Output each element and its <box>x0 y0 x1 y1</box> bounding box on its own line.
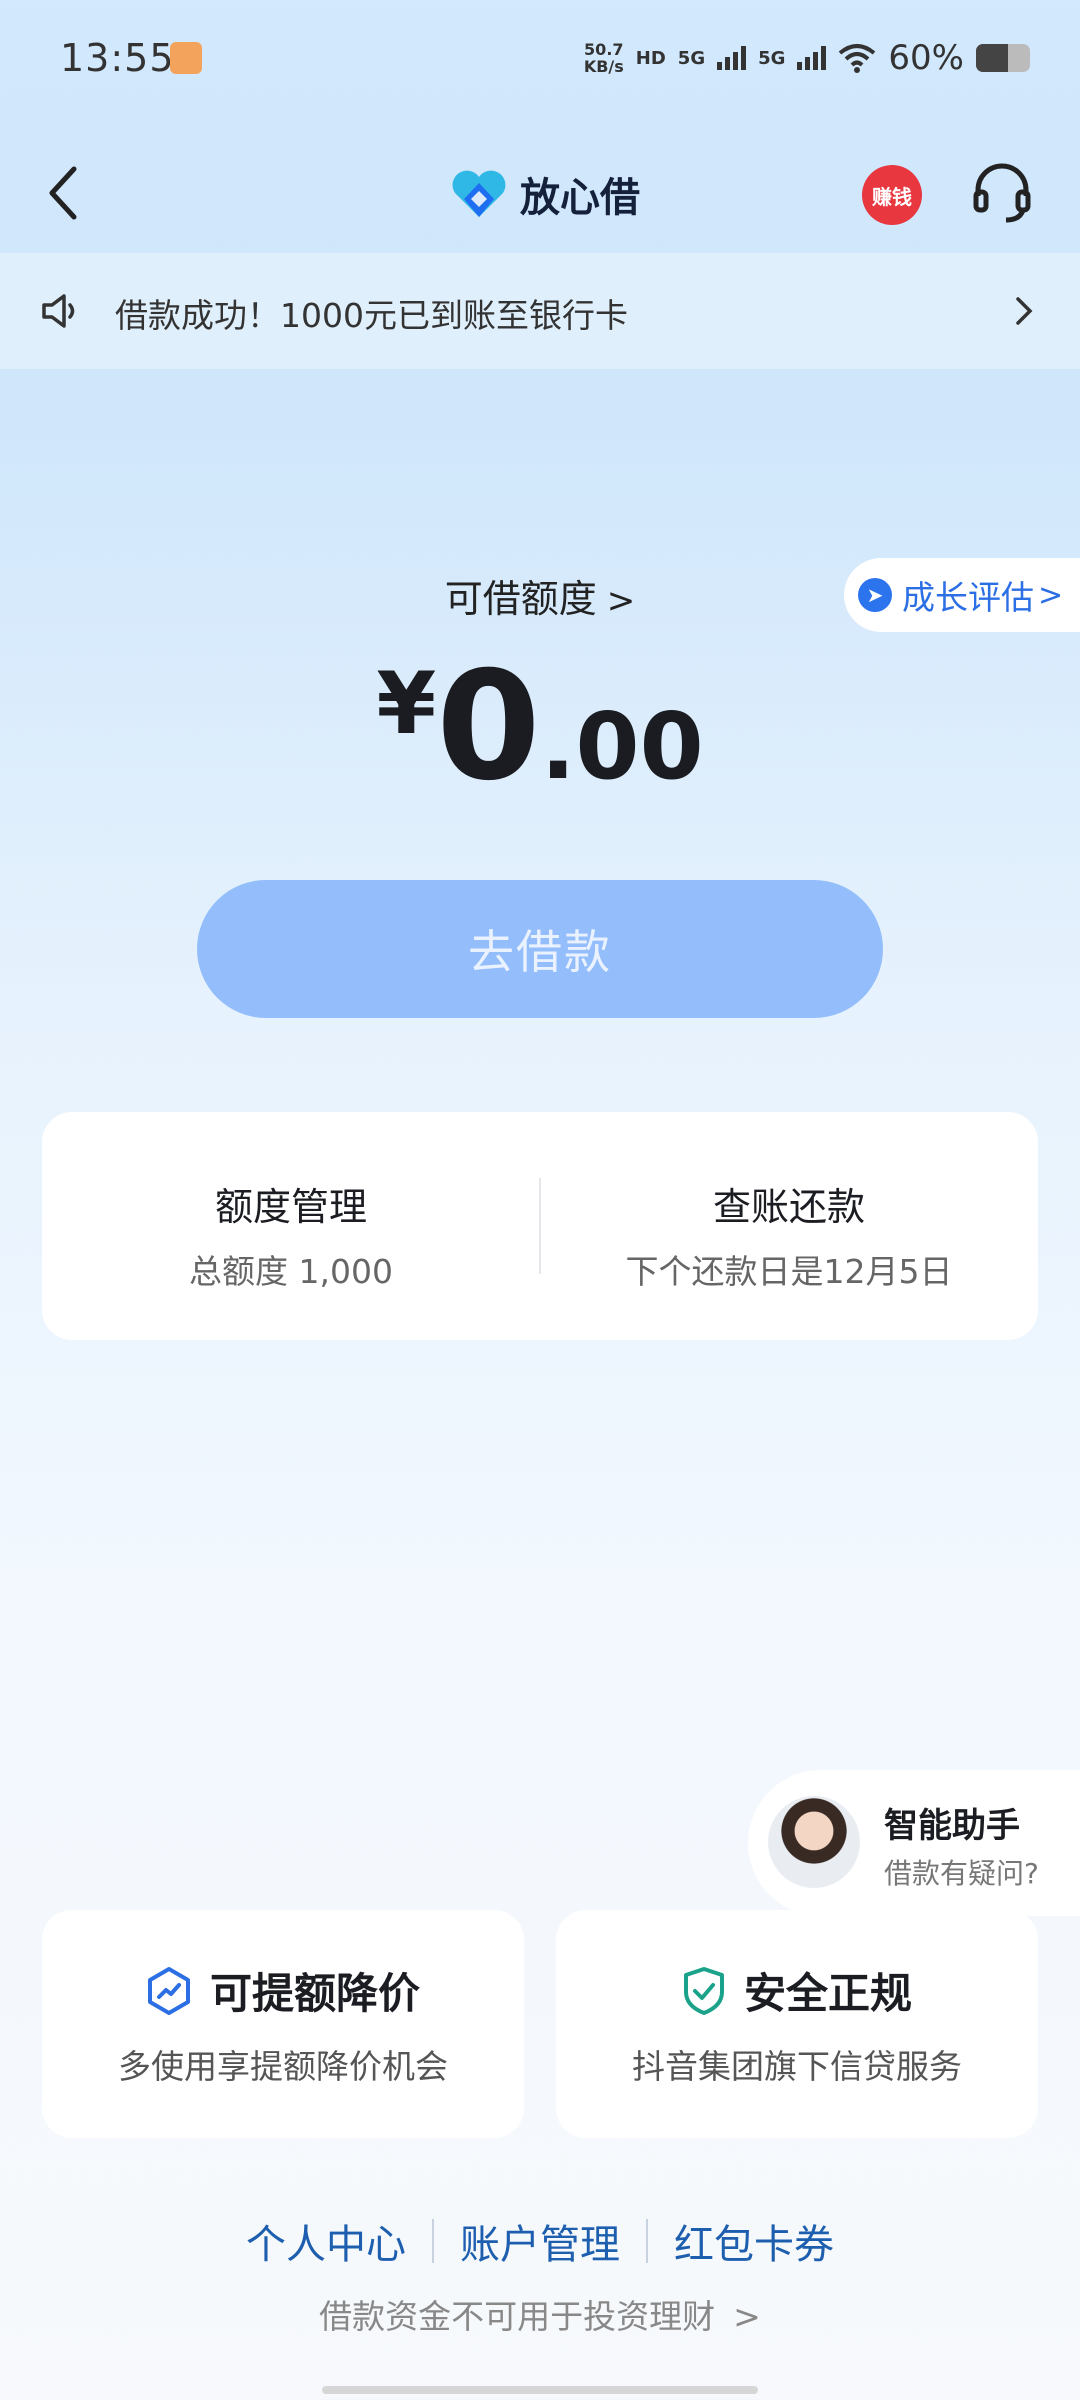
currency-symbol: ¥ <box>376 654 437 754</box>
disclaimer-text: 借款资金不可用于投资理财 <box>319 2297 716 2336</box>
battery-icon <box>976 44 1030 72</box>
chevron-right-icon: > <box>1038 577 1064 613</box>
limit-management-item[interactable]: 额度管理 总额度 1,000 <box>42 1112 540 1340</box>
feature-desc: 多使用享提额降价机会 <box>118 2047 448 2086</box>
home-indicator[interactable] <box>322 2386 758 2394</box>
next-repayment-date-text: 下个还款日是12月5日 <box>625 1252 953 1291</box>
total-limit-text: 总额度 1,000 <box>189 1252 393 1291</box>
customer-service-headset-icon[interactable] <box>970 160 1034 224</box>
earn-money-button[interactable]: 赚钱 <box>862 165 922 225</box>
link-account-management[interactable]: 账户管理 <box>434 2212 646 2270</box>
bills-repayment-item[interactable]: 查账还款 下个还款日是12月5日 <box>540 1112 1038 1340</box>
feature-desc: 抖音集团旗下信贷服务 <box>632 2047 962 2086</box>
speaker-icon <box>42 294 75 328</box>
sim1-5g-label: 5G <box>677 47 706 69</box>
borrow-button[interactable]: 去借款 <box>197 880 883 1018</box>
battery-percent: 60% <box>888 38 964 78</box>
feature-title: 安全正规 <box>743 1969 912 2018</box>
limit-management-title: 额度管理 <box>214 1185 367 1229</box>
hd-icon: HD <box>635 47 666 69</box>
amount-integer: 0 <box>436 640 541 814</box>
brand: 放心借 <box>450 165 640 223</box>
growth-assessment-label: 成长评估 <box>902 578 1034 617</box>
trend-up-hexagon-icon <box>147 1966 190 2015</box>
status-bar: 13:55 50.7 KB/s HD 5G 5G 60% <box>0 0 1080 125</box>
signal-bars-icon <box>717 46 747 70</box>
smart-assistant-button[interactable]: 智能助手 借款有疑问? <box>748 1770 1080 1916</box>
signal-bars-icon <box>797 46 827 70</box>
notice-banner[interactable]: 借款成功！1000元已到账至银行卡 <box>0 253 1080 369</box>
shield-check-icon <box>683 1966 724 2015</box>
back-arrow-icon[interactable] <box>44 163 84 223</box>
feature-title: 可提额降价 <box>209 1969 420 2018</box>
heart-logo-icon <box>452 170 506 217</box>
nav-bar: 放心借 赚钱 <box>0 125 1080 253</box>
battery-level <box>976 44 1009 72</box>
chevron-right-icon: > <box>606 581 636 621</box>
growth-assessment-button[interactable]: ➤ 成长评估 > <box>844 558 1080 632</box>
chevron-right-icon: > <box>733 2297 761 2336</box>
feature-card-safe[interactable]: 安全正规 抖音集团旗下信贷服务 <box>556 1910 1038 2138</box>
link-personal-center[interactable]: 个人中心 <box>220 2212 432 2270</box>
sim2-5g-label: 5G <box>758 47 786 69</box>
page-title: 放心借 <box>520 175 640 221</box>
rocket-icon: ➤ <box>858 578 892 612</box>
disclaimer-link[interactable]: 借款资金不可用于投资理财 > <box>0 2290 1080 2338</box>
assistant-subtitle: 借款有疑问? <box>884 1857 1039 1890</box>
chevron-right-icon <box>1016 297 1033 325</box>
wifi-icon <box>839 44 876 73</box>
assistant-avatar <box>768 1796 860 1888</box>
feature-card-raise-limit[interactable]: 可提额降价 多使用享提额降价机会 <box>42 1910 524 2138</box>
link-coupons[interactable]: 红包卡券 <box>648 2212 860 2270</box>
network-speed: 50.7 KB/s <box>583 40 624 76</box>
footer-links: 个人中心 账户管理 红包卡券 <box>0 2212 1080 2270</box>
account-summary-card: 额度管理 总额度 1,000 查账还款 下个还款日是12月5日 <box>42 1112 1038 1340</box>
amount-decimal: .00 <box>540 693 704 800</box>
status-time: 13:55 <box>60 36 175 80</box>
app-notification-icon <box>170 42 202 74</box>
assistant-title: 智能助手 <box>884 1806 1020 1846</box>
bills-repayment-title: 查账还款 <box>712 1185 865 1229</box>
status-icons: 50.7 KB/s HD 5G 5G 60% <box>584 38 1030 78</box>
available-amount: ¥0.00 <box>0 640 1080 814</box>
notice-text: 借款成功！1000元已到账至银行卡 <box>115 296 628 335</box>
